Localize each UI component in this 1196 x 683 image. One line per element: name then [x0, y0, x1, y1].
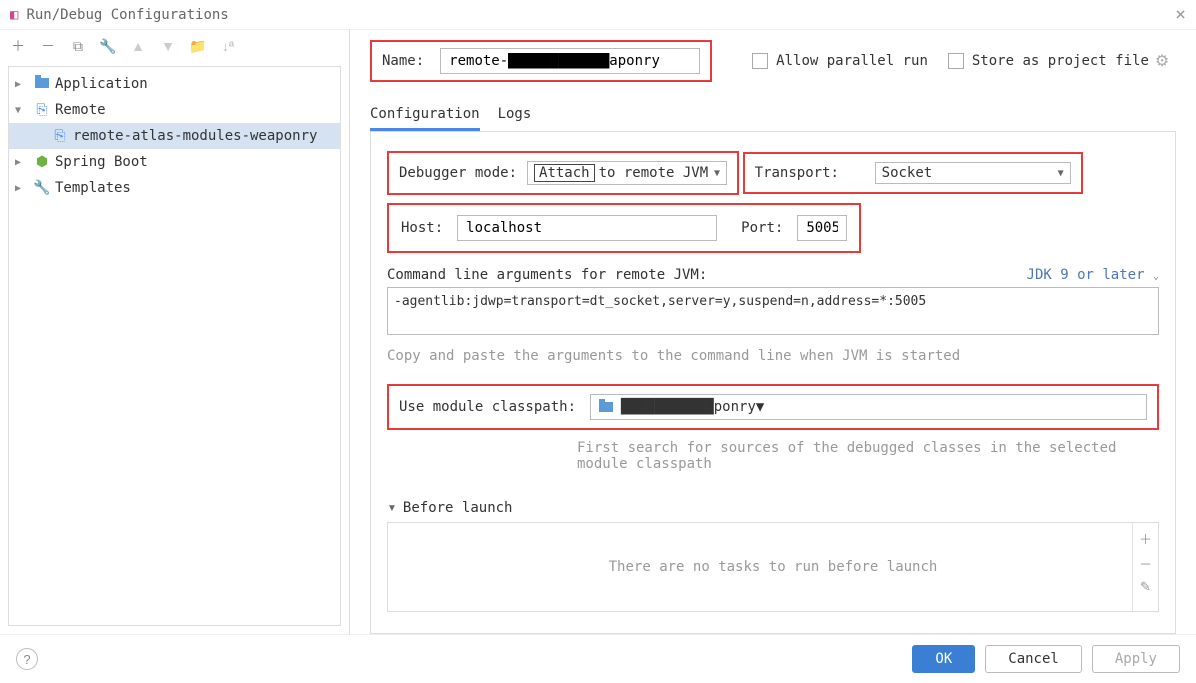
chevron-down-icon: ⌄ [1153, 271, 1159, 282]
tree-label: Templates [55, 180, 131, 196]
edit-task-icon[interactable]: ✎ [1140, 579, 1151, 595]
module-hint-2: module classpath [577, 456, 1159, 472]
chevron-right-icon: ▶ [15, 183, 29, 194]
before-launch-label: Before launch [403, 500, 513, 516]
down-icon[interactable]: ▼ [160, 38, 176, 54]
host-label: Host: [401, 220, 443, 236]
no-tasks-text: There are no tasks to run before launch [609, 559, 938, 575]
wrench-icon[interactable]: 🔧 [100, 38, 116, 54]
port-input[interactable] [797, 215, 847, 241]
checkbox-icon[interactable] [948, 53, 964, 69]
checkbox-icon[interactable] [752, 53, 768, 69]
titlebar: ◧ Run/Debug Configurations × [0, 0, 1196, 30]
chevron-down-icon: ▼ [756, 399, 764, 415]
chevron-right-icon: ▶ [15, 157, 29, 168]
host-input[interactable] [457, 215, 717, 241]
dialog-footer: ? OK Cancel Apply [0, 634, 1196, 683]
tree-item-remote-child[interactable]: ⎘ remote-atlas-modules-weaponry [9, 123, 340, 149]
cmd-args-hint: Copy and paste the arguments to the comm… [387, 348, 1159, 364]
config-tree[interactable]: ▶ Application ▼ ⎘ Remote ⎘ remote-atlas-… [8, 66, 341, 626]
name-input[interactable] [440, 48, 700, 74]
folder-icon[interactable]: 📁 [190, 38, 206, 54]
templates-icon: 🔧 [33, 180, 51, 196]
chevron-down-icon: ▼ [15, 105, 29, 116]
app-icon: ◧ [10, 7, 18, 23]
add-task-icon[interactable]: ＋ [1139, 529, 1152, 548]
tree-item-remote[interactable]: ▼ ⎘ Remote [9, 97, 340, 123]
transport-value: Socket [882, 165, 933, 181]
collapse-icon[interactable]: ▼ [387, 503, 397, 514]
module-hint-1: First search for sources of the debugged… [577, 440, 1159, 456]
debugger-mode-label: Debugger mode: [399, 165, 517, 181]
before-launch-ops: ＋ － ✎ [1132, 523, 1158, 611]
attach-highlight: Attach [534, 164, 595, 182]
gear-icon[interactable]: ⚙ [1155, 51, 1169, 71]
module-value: ███████████ponry [621, 399, 756, 415]
tabs: Configuration Logs [370, 100, 1176, 131]
tree-label: Application [55, 76, 148, 92]
attach-rest: to remote JVM [599, 165, 709, 181]
module-classpath-highlight: Use module classpath: ███████████ponry ▼ [387, 384, 1159, 430]
copy-icon[interactable]: ⧉ [70, 38, 86, 54]
tree-label: Spring Boot [55, 154, 148, 170]
help-icon[interactable]: ? [16, 648, 38, 670]
chevron-down-icon: ▼ [1058, 168, 1064, 179]
transport-highlight: Transport: Socket ▼ [743, 152, 1083, 194]
chevron-right-icon: ▶ [15, 79, 29, 90]
apply-button[interactable]: Apply [1092, 645, 1180, 673]
sort-icon[interactable]: ↓ª [220, 38, 236, 54]
remove-task-icon[interactable]: － [1139, 554, 1152, 573]
transport-label: Transport: [755, 165, 865, 181]
tab-logs[interactable]: Logs [498, 100, 532, 131]
close-icon[interactable]: × [1175, 4, 1186, 25]
chevron-down-icon: ▼ [714, 168, 720, 179]
spring-icon: ⬢ [33, 154, 51, 170]
tree-item-application[interactable]: ▶ Application [9, 71, 340, 97]
store-project-option[interactable]: Store as project file [948, 53, 1149, 69]
ok-button[interactable]: OK [912, 645, 975, 673]
host-port-highlight: Host: Port: [387, 203, 861, 253]
jdk-select[interactable]: JDK 9 or later ⌄ [1027, 267, 1159, 283]
tree-toolbar: ＋ － ⧉ 🔧 ▲ ▼ 📁 ↓ª [0, 30, 349, 62]
up-icon[interactable]: ▲ [130, 38, 146, 54]
remote-icon: ⎘ [33, 102, 51, 118]
cmd-args-label: Command line arguments for remote JVM: [387, 267, 707, 283]
tree-item-springboot[interactable]: ▶ ⬢ Spring Boot [9, 149, 340, 175]
remove-icon[interactable]: － [40, 38, 56, 54]
tree-label: Remote [55, 102, 106, 118]
module-classpath-label: Use module classpath: [399, 399, 576, 415]
name-label: Name: [382, 53, 424, 69]
cancel-button[interactable]: Cancel [985, 645, 1082, 673]
config-details: Name: Allow parallel run Store as projec… [350, 30, 1196, 634]
application-icon [33, 76, 51, 92]
parallel-run-option[interactable]: Allow parallel run [752, 53, 928, 69]
debugger-mode-highlight: Debugger mode: Attach to remote JVM ▼ [387, 151, 739, 195]
port-label: Port: [741, 220, 783, 236]
tree-item-templates[interactable]: ▶ 🔧 Templates [9, 175, 340, 201]
store-label: Store as project file [972, 53, 1149, 69]
tree-label: remote-atlas-modules-weaponry [73, 128, 317, 144]
debugger-mode-select[interactable]: Attach to remote JVM ▼ [527, 161, 727, 185]
module-classpath-select[interactable]: ███████████ponry ▼ [590, 394, 1147, 420]
remote-config-icon: ⎘ [51, 128, 69, 144]
parallel-label: Allow parallel run [776, 53, 928, 69]
module-icon [599, 402, 613, 412]
tab-configuration[interactable]: Configuration [370, 100, 480, 131]
cmd-args-textarea[interactable]: -agentlib:jdwp=transport=dt_socket,serve… [387, 287, 1159, 335]
window-title: Run/Debug Configurations [26, 7, 228, 23]
name-highlight: Name: [370, 40, 712, 82]
before-launch-list: There are no tasks to run before launch … [387, 522, 1159, 612]
transport-select[interactable]: Socket ▼ [875, 162, 1071, 184]
add-icon[interactable]: ＋ [10, 38, 26, 54]
config-tree-panel: ＋ － ⧉ 🔧 ▲ ▼ 📁 ↓ª ▶ Application ▼ ⎘ Remot… [0, 30, 350, 634]
